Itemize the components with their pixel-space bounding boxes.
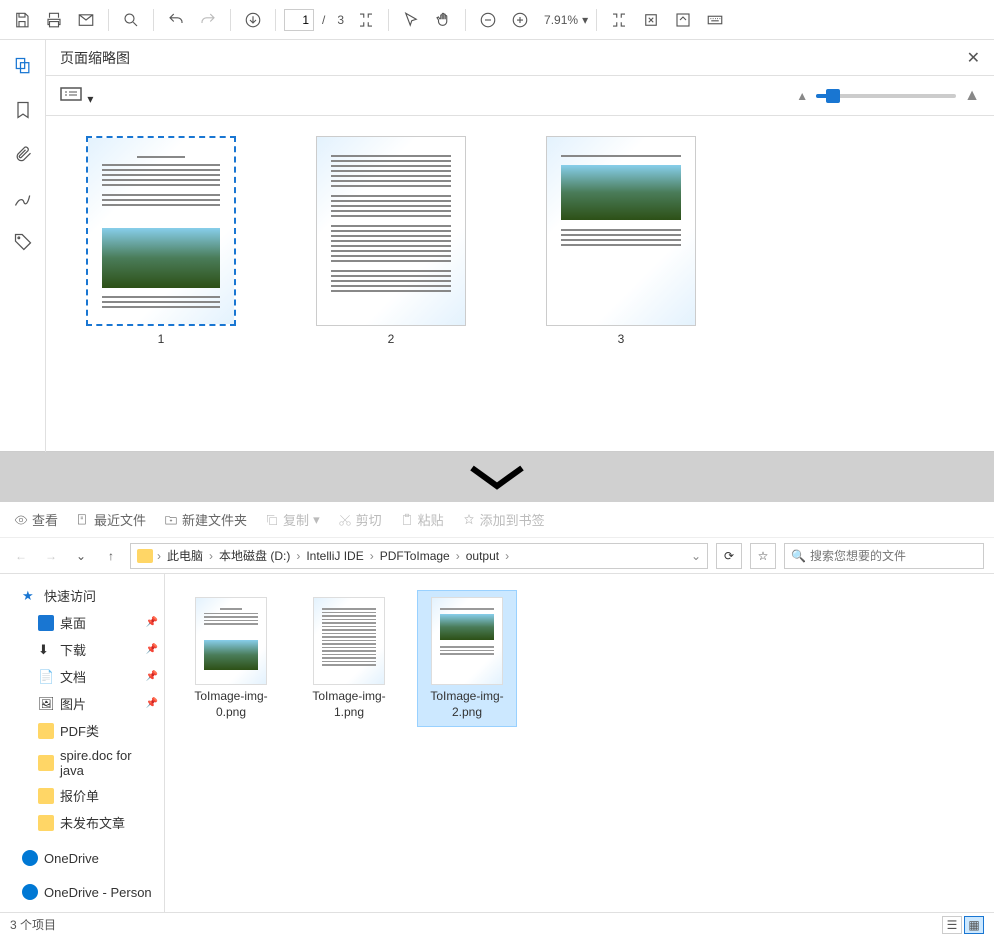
hand-tool[interactable] [429,6,457,34]
crumb[interactable]: 本地磁盘 (D:) [217,547,292,564]
status-bar: 3 个项目 ☰ ▦ [0,912,994,936]
history-button[interactable]: ⌄ [70,545,92,567]
zoom-large-icon: ▲ [964,87,980,105]
zoom-in-button[interactable] [506,6,534,34]
fit-width-button[interactable] [352,6,380,34]
back-button[interactable]: ← [10,545,32,567]
thumb-num: 3 [618,332,625,346]
thumb-page-1[interactable]: 1 [86,136,236,432]
icons-view-button[interactable]: ▦ [964,916,984,934]
file-name: ToImage-img-0.png [188,689,274,720]
folder-icon [137,549,153,563]
item-count: 3 个项目 [10,916,56,933]
thumb-num: 1 [158,332,165,346]
up-button[interactable]: ↑ [100,545,122,567]
sidebar-onedrive[interactable]: OneDrive [0,846,164,870]
zoom-select[interactable]: 7.91%▾ [544,13,588,27]
thumb-num: 2 [388,332,395,346]
select-tool[interactable] [397,6,425,34]
file-explorer: 查看 最近文件 新建文件夹 复制 ▾ 剪切 粘贴 添加到书签 ← → ⌄ ↑ ›… [0,502,994,936]
sidebar-downloads[interactable]: ⬇下载📌 [0,636,164,663]
signature-tab[interactable] [9,184,37,212]
file-item[interactable]: ToImage-img-1.png [299,590,399,727]
rotate-button[interactable] [637,6,665,34]
page-total: 3 [337,13,344,27]
crumb[interactable]: IntelliJ IDE [304,549,365,563]
sidebar-pictures[interactable]: 🖼图片📌 [0,690,164,717]
page-layout-button[interactable] [605,6,633,34]
page-sep: / [322,13,325,27]
save-button[interactable] [8,6,36,34]
breadcrumb[interactable]: › 此电脑› 本地磁盘 (D:)› IntelliJ IDE› PDFToIma… [130,543,708,569]
crumb[interactable]: 此电脑 [165,547,205,564]
explorer-toolbar: 查看 最近文件 新建文件夹 复制 ▾ 剪切 粘贴 添加到书签 [0,502,994,538]
new-folder-button[interactable]: 新建文件夹 [164,510,247,529]
search-icon: 🔍 [791,549,806,563]
keyboard-button[interactable] [701,6,729,34]
bookmark-button[interactable]: 添加到书签 [462,510,545,529]
view-options-button[interactable]: ▾ [60,85,93,106]
email-button[interactable] [72,6,100,34]
zoom-small-icon: ▲ [796,89,808,103]
sidebar-quick-access[interactable]: ★快速访问 [0,582,164,609]
close-button[interactable]: ✕ [967,48,980,68]
file-item[interactable]: ToImage-img-0.png [181,590,281,727]
thumbnails-tab[interactable] [9,52,37,80]
refresh-button[interactable]: ⟳ [716,543,742,569]
file-name: ToImage-img-1.png [306,689,392,720]
view-button[interactable]: 查看 [14,510,58,529]
paste-button[interactable]: 粘贴 [400,510,444,529]
crumb[interactable]: output [464,549,501,563]
pdf-viewer: / 3 7.91%▾ 页面缩略图 ✕ ▾ [0,0,994,452]
search-input[interactable] [810,549,977,563]
divider [0,452,994,502]
page-input[interactable] [284,9,314,31]
copy-button[interactable]: 复制 ▾ [265,510,320,529]
file-list: ToImage-img-0.png ToImage-img-1.png ToIm… [165,574,994,912]
search-button[interactable] [117,6,145,34]
details-view-button[interactable]: ☰ [942,916,962,934]
file-item[interactable]: ToImage-img-2.png [417,590,517,727]
print-button[interactable] [40,6,68,34]
redo-button[interactable] [194,6,222,34]
thumb-panel-title: 页面缩略图 [60,48,130,68]
favorite-button[interactable]: ☆ [750,543,776,569]
sidebar-spire-folder[interactable]: spire.doc for java [0,744,164,782]
sidebar-onedrive-personal[interactable]: OneDrive - Person [0,880,164,904]
recent-button[interactable]: 最近文件 [76,510,146,529]
attachments-tab[interactable] [9,140,37,168]
cut-button[interactable]: 剪切 [338,510,382,529]
sidebar-desktop[interactable]: 桌面📌 [0,609,164,636]
bookmarks-tab[interactable] [9,96,37,124]
chevron-down-icon [462,460,532,494]
pdf-toolbar: / 3 7.91%▾ [0,0,994,40]
undo-button[interactable] [162,6,190,34]
thumb-page-2[interactable]: 2 [316,136,466,432]
thumb-size-slider[interactable] [816,94,956,98]
tags-tab[interactable] [9,228,37,256]
thumbnail-panel: 页面缩略图 ✕ ▾ ▲ ▲ 1 2 [46,40,994,452]
search-box[interactable]: 🔍 [784,543,984,569]
sidebar-unpub-folder[interactable]: 未发布文章 [0,809,164,836]
zoom-out-button[interactable] [474,6,502,34]
sidebar-documents[interactable]: 📄文档📌 [0,663,164,690]
pdf-sidebar [0,40,46,452]
thumb-page-3[interactable]: 3 [546,136,696,432]
sidebar-pdf-folder[interactable]: PDF类 [0,717,164,744]
explorer-nav: ← → ⌄ ↑ › 此电脑› 本地磁盘 (D:)› IntelliJ IDE› … [0,538,994,574]
download-button[interactable] [239,6,267,34]
forward-button[interactable]: → [40,545,62,567]
crumb[interactable]: PDFToImage [378,549,452,563]
file-name: ToImage-img-2.png [424,689,510,720]
fullscreen-button[interactable] [669,6,697,34]
sidebar-quote-folder[interactable]: 报价单 [0,782,164,809]
explorer-sidebar: ★快速访问 桌面📌 ⬇下载📌 📄文档📌 🖼图片📌 PDF类 spire.doc … [0,574,165,912]
